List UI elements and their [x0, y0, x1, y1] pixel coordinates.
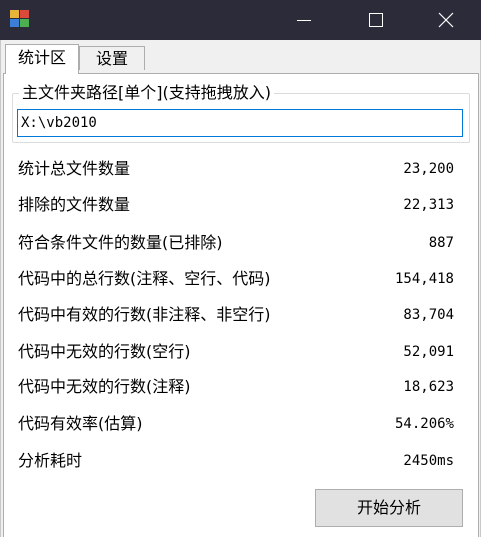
- stat-row-total-files: 统计总文件数量 23,200: [18, 157, 454, 181]
- stat-value: 23,200: [403, 161, 454, 177]
- stats-tab-panel: 主文件夹路径[单个](支持拖拽放入) X:\vb2010 统计总文件数量 23,…: [3, 73, 479, 537]
- path-group-legend: 主文件夹路径[单个](支持拖拽放入): [19, 82, 274, 104]
- stat-label: 分析耗时: [18, 451, 83, 470]
- stat-row-excluded-files: 排除的文件数量 22,313: [18, 193, 454, 217]
- stat-label: 统计总文件数量: [18, 159, 131, 178]
- stat-row-comment-lines: 代码中无效的行数(注释) 18,623: [18, 375, 454, 399]
- stat-row-total-lines: 代码中的总行数(注释、空行、代码) 154,418: [18, 267, 454, 291]
- stat-row-blank-lines: 代码中无效的行数(空行) 52,091: [18, 340, 454, 364]
- stat-row-matching-files: 符合条件文件的数量(已排除) 887: [18, 231, 454, 255]
- stat-value: 154,418: [394, 271, 454, 287]
- title-bar: [0, 0, 481, 40]
- tab-settings[interactable]: 设置: [79, 46, 145, 70]
- stat-value: 2450ms: [403, 453, 454, 469]
- window-client: 统计区 设置 主文件夹路径[单个](支持拖拽放入) X:\vb2010 统计总文…: [0, 40, 481, 537]
- stat-label: 符合条件文件的数量(已排除): [18, 233, 223, 252]
- stat-label: 代码中的总行数(注释、空行、代码): [18, 269, 271, 288]
- stat-label: 代码有效率(估算): [18, 414, 143, 433]
- stat-row-elapsed-time: 分析耗时 2450ms: [18, 449, 454, 473]
- stat-value: 887: [428, 235, 454, 251]
- stat-row-effective-lines: 代码中有效的行数(非注释、非空行) 83,704: [18, 303, 454, 327]
- stat-value: 83,704: [403, 307, 454, 323]
- stat-value: 52,091: [403, 344, 454, 360]
- path-groupbox: 主文件夹路径[单个](支持拖拽放入) X:\vb2010: [12, 82, 470, 143]
- stat-value: 54.206%: [394, 416, 454, 432]
- app-icon[interactable]: [10, 10, 30, 28]
- maximize-button[interactable]: [349, 0, 403, 40]
- close-icon: [438, 12, 454, 28]
- stat-value: 22,313: [403, 197, 454, 213]
- folder-path-input[interactable]: X:\vb2010: [17, 109, 463, 137]
- close-button[interactable]: [419, 0, 473, 40]
- stat-value: 18,623: [403, 379, 454, 395]
- tab-stats[interactable]: 统计区: [5, 44, 79, 74]
- minimize-button[interactable]: [277, 0, 331, 40]
- stat-label: 代码中无效的行数(空行): [18, 342, 191, 361]
- stat-label: 代码中有效的行数(非注释、非空行): [18, 305, 271, 324]
- stat-row-efficiency: 代码有效率(估算) 54.206%: [18, 412, 454, 436]
- start-analysis-button[interactable]: 开始分析: [315, 489, 463, 527]
- stat-label: 代码中无效的行数(注释): [18, 377, 191, 396]
- maximize-icon: [369, 13, 383, 27]
- stat-label: 排除的文件数量: [18, 195, 131, 214]
- minimize-icon: [297, 20, 311, 21]
